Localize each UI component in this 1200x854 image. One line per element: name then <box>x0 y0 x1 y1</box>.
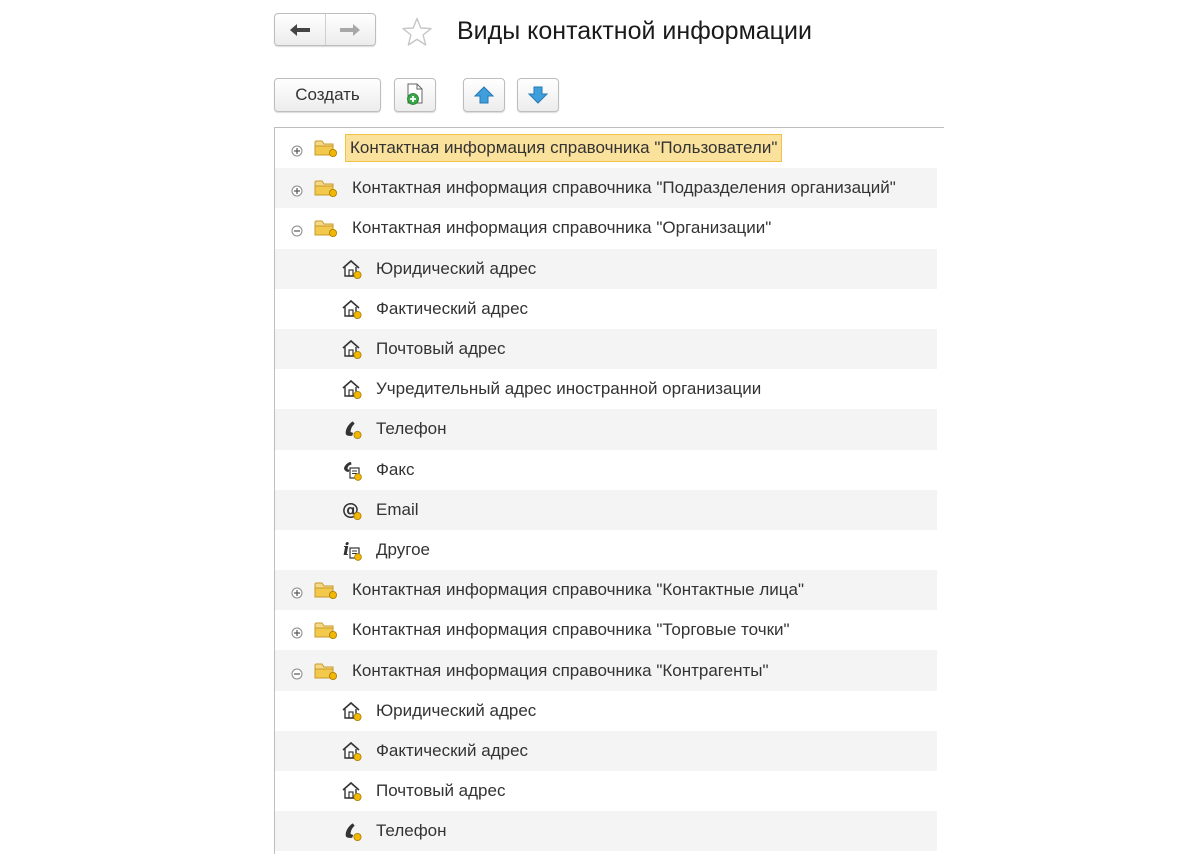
tree-item-row[interactable]: Почтовый адрес <box>275 771 937 811</box>
tree-group-label: Контактная информация справочника "Торго… <box>352 620 790 640</box>
tree-item-label: Email <box>376 499 419 519</box>
tree-item-row[interactable]: Учредительный адрес иностранной организа… <box>275 369 937 409</box>
tree-group-row[interactable]: Контактная информация справочника "Орган… <box>275 208 937 248</box>
favorite-button[interactable] <box>400 16 434 48</box>
address-icon <box>341 740 363 762</box>
tree-item-label: Учредительный адрес иностранной организа… <box>376 379 762 399</box>
tree-group-label: Контактная информация справочника "Контр… <box>352 660 769 680</box>
move-down-button[interactable] <box>517 78 559 112</box>
tree-item-label: Телефон <box>376 419 447 439</box>
tree-item-label: Факс <box>376 459 415 479</box>
address-icon <box>341 338 363 360</box>
other-icon: i <box>341 539 363 561</box>
tree-item-row[interactable]: Телефон <box>275 811 937 852</box>
tree-item-label: Телефон <box>376 821 447 841</box>
tree-item-row[interactable]: Юридический адрес <box>275 691 937 731</box>
arrow-down-icon <box>527 86 549 104</box>
folder-icon <box>314 138 338 158</box>
tree-item-label: Почтовый адрес <box>376 339 506 359</box>
tree-group-label: Контактная информация справочника "Конта… <box>352 580 805 600</box>
phone-icon <box>341 418 363 440</box>
tree-group-row[interactable]: Контактная информация справочника "Контр… <box>275 650 937 691</box>
tree-group-row[interactable]: Контактная информация справочника "Польз… <box>275 128 937 168</box>
arrow-left-icon <box>289 23 310 36</box>
expand-icon[interactable] <box>291 584 303 599</box>
page-title: Виды контактной информации <box>457 17 812 45</box>
tree-group-label: Контактная информация справочника "Орган… <box>352 218 772 238</box>
expand-icon[interactable] <box>291 182 303 197</box>
phone-icon <box>341 820 363 842</box>
tree-item-row[interactable]: Фактический адрес <box>275 289 937 329</box>
tree-item-label: Фактический адрес <box>376 740 529 760</box>
form-window: Виды контактной информации Создать Конта… <box>0 0 1200 854</box>
star-icon <box>402 17 432 46</box>
collapse-icon[interactable] <box>291 665 303 680</box>
address-icon <box>341 378 363 400</box>
tree-group-label: Контактная информация справочника "Подра… <box>352 178 896 198</box>
create-button[interactable]: Создать <box>274 78 381 112</box>
address-icon <box>341 700 363 722</box>
tree-item-row[interactable]: Юридический адрес <box>275 248 937 289</box>
address-icon <box>341 298 363 320</box>
contact-info-kinds-tree[interactable]: Контактная информация справочника "Польз… <box>274 127 944 854</box>
folder-icon <box>314 580 338 600</box>
tree-group-row[interactable]: Контактная информация справочника "Конта… <box>275 570 937 611</box>
address-icon <box>341 780 363 802</box>
tree-item-label: Фактический адрес <box>376 298 529 318</box>
move-up-button[interactable] <box>463 78 505 112</box>
tree-item-row[interactable]: @ Email <box>275 489 937 530</box>
svg-text:i: i <box>343 540 349 560</box>
fax-icon <box>341 459 363 481</box>
tree-group-row[interactable]: Контактная информация справочника "Подра… <box>275 168 937 209</box>
folder-icon <box>314 178 338 198</box>
collapse-icon[interactable] <box>291 222 303 237</box>
copy-document-icon <box>407 83 423 105</box>
tree-group-label: Контактная информация справочника "Польз… <box>345 134 783 163</box>
folder-icon <box>314 218 338 238</box>
address-icon <box>341 258 363 280</box>
folder-icon <box>314 661 338 681</box>
tree-item-label: Юридический адрес <box>376 700 537 720</box>
arrow-right-icon <box>340 23 361 36</box>
back-button[interactable] <box>275 14 325 45</box>
folder-icon <box>314 620 338 640</box>
navigation-buttons <box>274 13 376 46</box>
email-icon: @ <box>341 499 363 521</box>
tree-item-label: Юридический адрес <box>376 258 537 278</box>
copy-button[interactable] <box>394 78 436 112</box>
tree-item-row[interactable]: Почтовый адрес <box>275 328 937 370</box>
tree-item-row[interactable]: i Другое <box>275 530 937 570</box>
tree-item-row[interactable]: Телефон <box>275 409 937 450</box>
arrow-up-icon <box>473 86 495 104</box>
tree-item-label: Почтовый адрес <box>376 781 506 801</box>
tree-item-row[interactable]: Факс <box>275 450 937 490</box>
expand-icon[interactable] <box>291 142 303 157</box>
tree-item-row[interactable]: Фактический адрес <box>275 730 937 771</box>
tree-group-row[interactable]: Контактная информация справочника "Торго… <box>275 610 937 650</box>
expand-icon[interactable] <box>291 624 303 639</box>
tree-item-label: Другое <box>376 539 431 559</box>
forward-button[interactable] <box>324 14 376 45</box>
